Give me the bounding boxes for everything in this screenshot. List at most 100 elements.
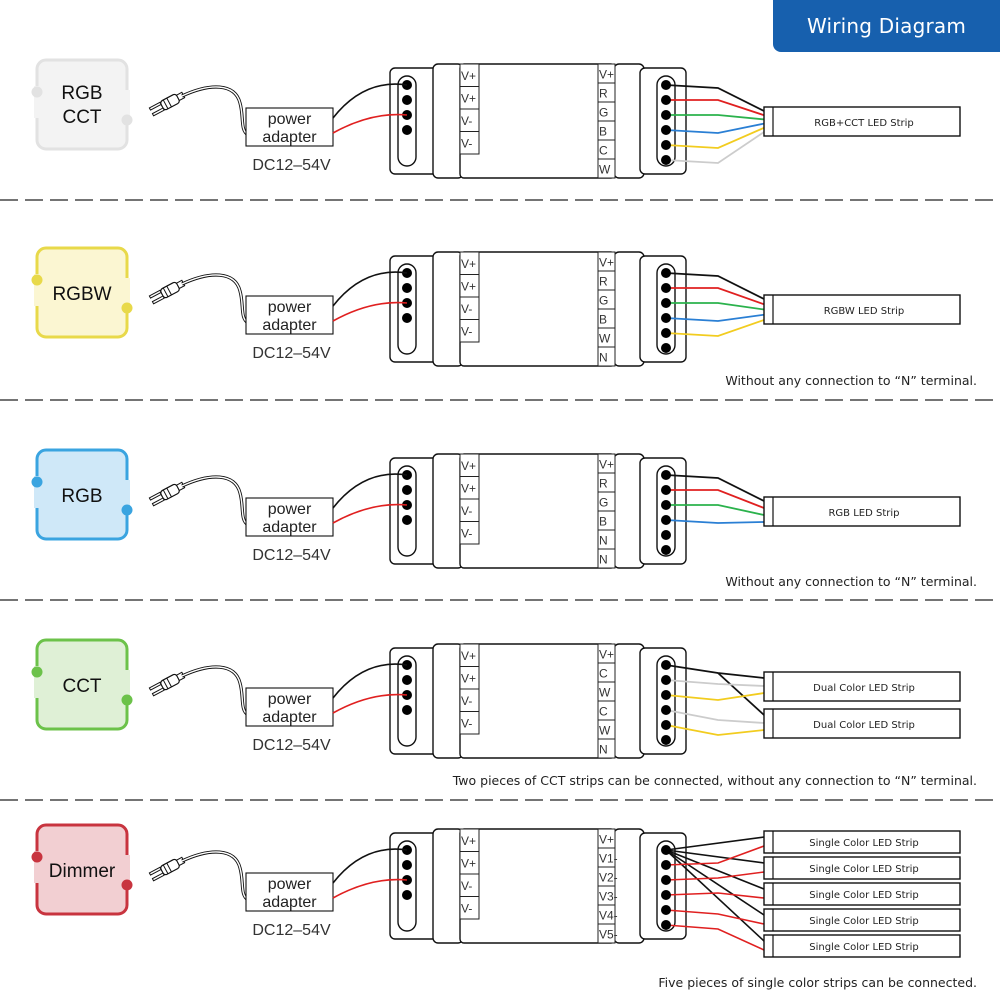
output-terminal-dot xyxy=(661,515,671,525)
input-terminal-label: V- xyxy=(461,302,472,316)
plug-icon xyxy=(148,91,186,117)
mode-badge-dot xyxy=(31,274,43,286)
power-cord-inner xyxy=(181,851,249,901)
output-terminal-dot xyxy=(661,343,671,353)
output-terminal-label: B xyxy=(599,313,607,327)
output-terminal-label: V+ xyxy=(599,256,614,270)
output-terminal-label: G xyxy=(599,496,608,510)
output-terminal-label: R xyxy=(599,275,608,289)
output-terminal-dot xyxy=(661,675,671,685)
input-terminal-label: V+ xyxy=(461,834,476,848)
plug-prong xyxy=(148,289,162,299)
adapter-label: power xyxy=(268,876,312,893)
led-strip-label: Single Color LED Strip xyxy=(809,890,918,901)
mode-badge-dot xyxy=(31,476,43,488)
mode-badge-dot xyxy=(121,504,133,516)
output-terminal-label: V2- xyxy=(599,871,618,885)
adapter-label: adapter xyxy=(262,894,317,911)
output-terminal-dot xyxy=(661,530,671,540)
adapter-label: power xyxy=(268,299,312,316)
output-terminal-label: R xyxy=(599,87,608,101)
output-terminal-dot xyxy=(661,125,671,135)
input-terminal-label: V+ xyxy=(461,280,476,294)
adapter-label: adapter xyxy=(262,709,317,726)
plug-icon xyxy=(148,279,186,305)
voltage-label: DC12–54V xyxy=(252,922,331,939)
led-strip-label: Dual Color LED Strip xyxy=(813,720,915,731)
output-terminal-label: N xyxy=(599,553,608,567)
output-terminal-label: W xyxy=(599,332,611,346)
voltage-label: DC12–54V xyxy=(252,345,331,362)
mode-label: RGB xyxy=(61,486,102,507)
mode-badge-dot xyxy=(121,114,133,126)
output-terminal-label: V+ xyxy=(599,648,614,662)
section-rgb: RGBpoweradapterDC12–54VV+V+V-V-V+RGBNNRG… xyxy=(31,448,977,589)
plug-icon xyxy=(148,856,186,882)
led-strip-label: RGB+CCT LED Strip xyxy=(814,118,913,129)
input-terminal-dot xyxy=(402,860,412,870)
output-terminal-label: V3- xyxy=(599,890,618,904)
adapter-label: adapter xyxy=(262,519,317,536)
output-terminal-dot xyxy=(661,298,671,308)
controller-body xyxy=(459,251,616,367)
input-terminal-label: V- xyxy=(461,137,472,151)
power-cord xyxy=(181,273,250,325)
output-terminal-dot xyxy=(661,845,671,855)
mode-label: CCT xyxy=(62,676,101,697)
input-terminal-label: V+ xyxy=(461,92,476,106)
output-terminal-dot xyxy=(661,660,671,670)
controller-body xyxy=(459,453,616,569)
mode-label: RGB xyxy=(61,83,102,104)
output-terminal-dot xyxy=(661,905,671,915)
output-terminal-dot xyxy=(661,720,671,730)
plug-prong xyxy=(148,681,162,691)
output-terminal-dot xyxy=(661,470,671,480)
mode-badge-dot xyxy=(31,666,43,678)
mode-label: Dimmer xyxy=(49,861,116,882)
mode-label: RGBW xyxy=(52,284,111,305)
output-terminal-dot xyxy=(661,690,671,700)
output-terminal-label: W xyxy=(599,724,611,738)
power-cord xyxy=(181,850,250,902)
led-strip-label: Single Color LED Strip xyxy=(809,838,918,849)
input-terminal-dot xyxy=(402,313,412,323)
output-terminal-label: R xyxy=(599,477,608,491)
wiring-diagram: RGBCCT poweradapterDC12–54VV+V+V-V-V+RGBC… xyxy=(0,58,1000,990)
plug-icon xyxy=(148,671,186,697)
plug-icon xyxy=(148,481,186,507)
led-strip-label: Single Color LED Strip xyxy=(809,916,918,927)
output-terminal-dot xyxy=(661,705,671,715)
input-terminal-dot xyxy=(402,95,412,105)
mode-label: CCT xyxy=(62,107,101,128)
input-terminal-dot xyxy=(402,283,412,293)
voltage-label: DC12–54V xyxy=(252,157,331,174)
output-terminal-dot xyxy=(661,485,671,495)
mode-badge xyxy=(35,58,129,151)
power-cord xyxy=(181,665,250,717)
output-terminal-dot xyxy=(661,110,671,120)
output-terminal-dot xyxy=(661,545,671,555)
plug-prong xyxy=(148,491,162,501)
input-terminal-label: V+ xyxy=(461,672,476,686)
input-terminal-dot xyxy=(402,125,412,135)
input-terminal-label: V+ xyxy=(461,69,476,83)
input-terminal-label: V+ xyxy=(461,257,476,271)
output-terminal-label: C xyxy=(599,144,608,158)
output-terminal-dot xyxy=(661,283,671,293)
output-terminal-label: V4- xyxy=(599,909,618,923)
mode-badge-dot xyxy=(31,86,43,98)
adapter-label: power xyxy=(268,691,312,708)
output-terminal-dot xyxy=(661,155,671,165)
output-terminal-label: B xyxy=(599,125,607,139)
input-terminal-label: V- xyxy=(461,879,472,893)
input-terminal-label: V- xyxy=(461,717,472,731)
output-terminal-dot xyxy=(661,268,671,278)
section-note: Two pieces of CCT strips can be connecte… xyxy=(452,773,977,788)
adapter-label: adapter xyxy=(262,129,317,146)
output-terminal-label: W xyxy=(599,686,611,700)
voltage-label: DC12–54V xyxy=(252,547,331,564)
power-cord-inner xyxy=(181,476,249,526)
input-terminal-label: V+ xyxy=(461,649,476,663)
input-terminal-label: V- xyxy=(461,504,472,518)
output-terminal-label: N xyxy=(599,534,608,548)
